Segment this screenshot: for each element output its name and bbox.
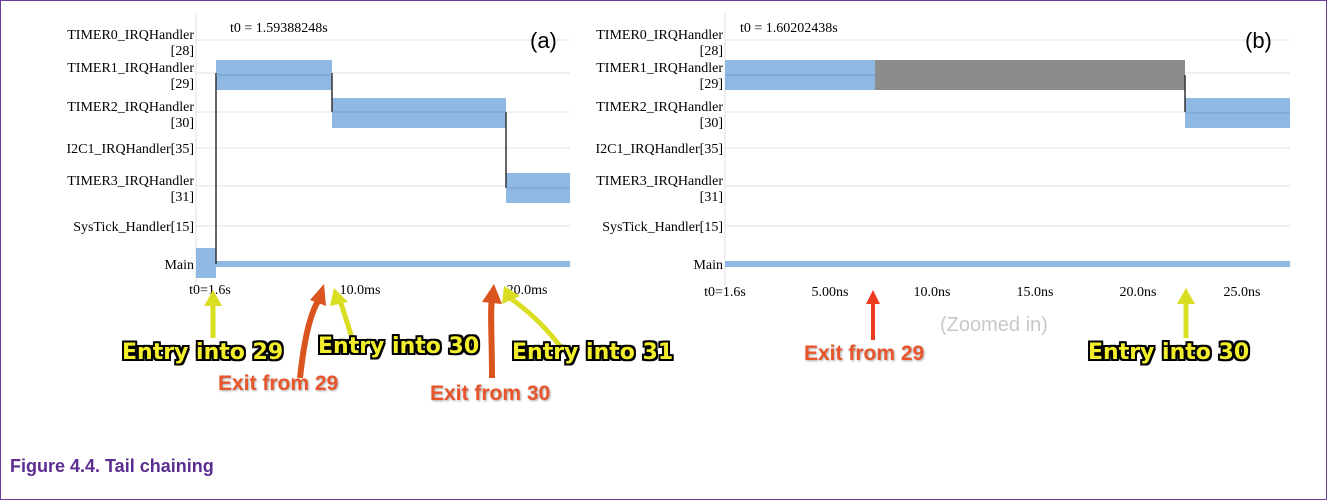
zoomed-note: (Zoomed in) — [940, 314, 1048, 336]
figure-caption: Figure 4.4. Tail chaining — [10, 456, 214, 476]
label-exit-29: Exit from 29 — [218, 372, 339, 395]
arrow-exit-30-head — [482, 284, 502, 304]
arrow-entry-30 — [337, 299, 355, 339]
arrow-entry-30-b-head — [1177, 288, 1195, 304]
arrow-exit-30 — [488, 297, 495, 379]
label-entry-30-b: Entry into 30 — [1088, 340, 1250, 365]
label-entry-29: Entry into 29 — [122, 340, 284, 365]
arrow-exit-29-b-head — [866, 290, 880, 304]
arrow-entry-31 — [508, 295, 562, 348]
label-exit-29-b: Exit from 29 — [804, 342, 925, 365]
label-exit-30: Exit from 30 — [430, 382, 551, 405]
arrow-exit-29-head — [310, 284, 326, 306]
arrows-overlay — [204, 284, 1195, 379]
label-entry-30: Entry into 30 — [318, 334, 480, 359]
label-entry-31: Entry into 31 — [512, 340, 674, 365]
arrow-exit-29 — [297, 296, 323, 379]
arrow-entry-30-head — [330, 288, 348, 306]
arrow-entry-29-head — [204, 290, 222, 306]
